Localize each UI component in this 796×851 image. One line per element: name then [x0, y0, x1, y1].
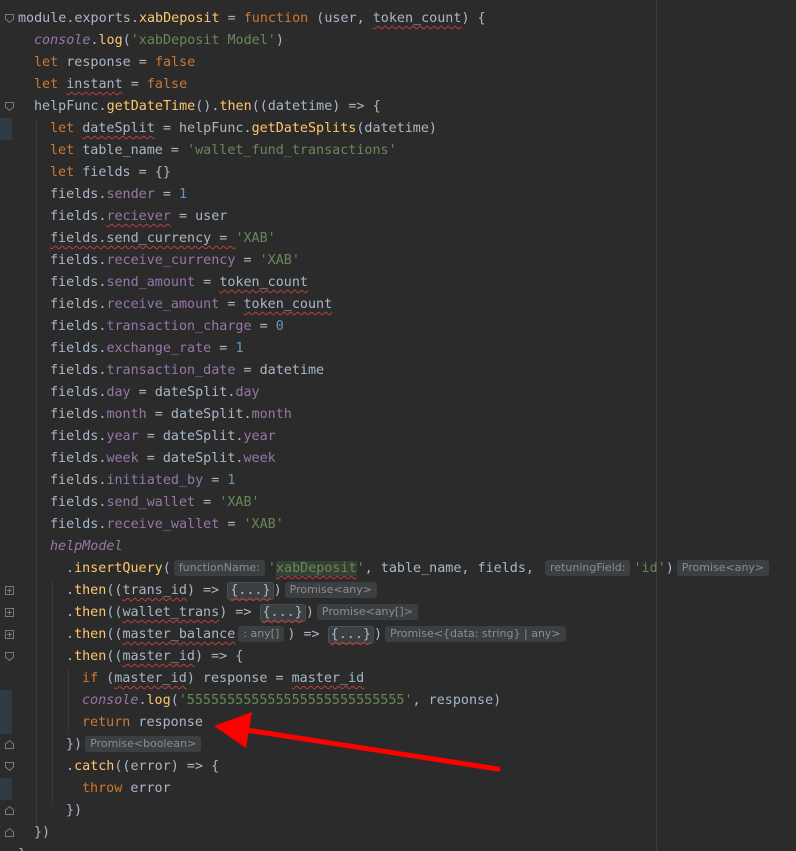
annotation-arrow-icon [214, 712, 501, 772]
code-editor[interactable]: module.exports.xabDeposit = function (us… [0, 0, 796, 851]
